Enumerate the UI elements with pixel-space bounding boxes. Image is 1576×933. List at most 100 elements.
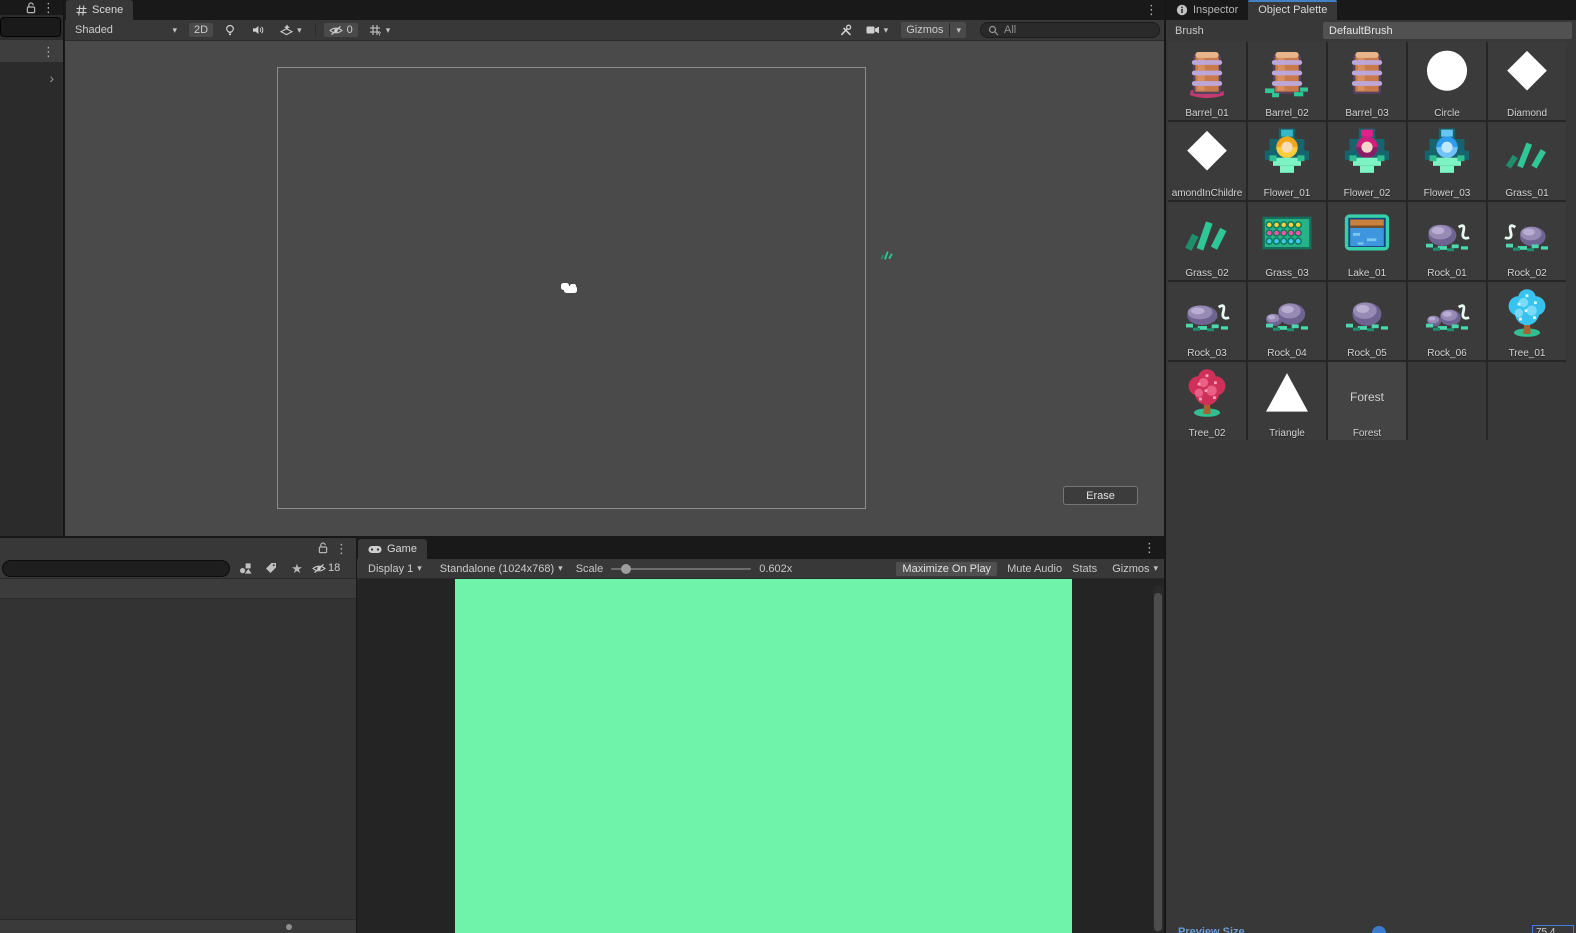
- palette-tile-Forest[interactable]: ForestForest: [1328, 362, 1406, 440]
- filter-by-label-icon[interactable]: [260, 562, 282, 574]
- game-viewport[interactable]: [357, 579, 1164, 933]
- game-gizmos-dropdown[interactable]: Gizmos ▾: [1107, 562, 1158, 576]
- palette-tile-amondInChildre[interactable]: amondInChildre: [1168, 122, 1246, 200]
- scene-search-input[interactable]: All: [980, 22, 1160, 38]
- palette-tile-Flower_03[interactable]: Flower_03: [1408, 122, 1486, 200]
- speaker-icon: [252, 24, 264, 36]
- palette-tile-Rock_04[interactable]: Rock_04: [1248, 282, 1326, 360]
- palette-tile-Grass_01[interactable]: Grass_01: [1488, 122, 1566, 200]
- tab-inspector[interactable]: Inspector: [1166, 0, 1248, 20]
- vertical-scrollbar[interactable]: [1153, 585, 1163, 933]
- stats-button[interactable]: Stats: [1072, 563, 1097, 575]
- palette-tile-Rock_05[interactable]: Rock_05: [1328, 282, 1406, 360]
- palette-tile-Grass_02[interactable]: Grass_02: [1168, 202, 1246, 280]
- game-gizmos-label: Gizmos: [1112, 563, 1149, 575]
- preview-size-slider-knob[interactable]: [1372, 926, 1386, 933]
- tab-scene[interactable]: Scene: [66, 0, 133, 20]
- palette-tile-Circle[interactable]: Circle: [1408, 42, 1486, 120]
- barrel-sprite-icon: [1259, 45, 1315, 101]
- scene-viewport[interactable]: Erase: [65, 41, 1164, 536]
- scene-lighting-button[interactable]: [219, 23, 241, 37]
- tile-label: Rock_03: [1168, 348, 1246, 359]
- scene-visibility-button[interactable]: 0: [324, 23, 358, 37]
- kebab-menu-icon[interactable]: ⋮: [1143, 541, 1156, 554]
- palette-tile-Rock_02[interactable]: Rock_02: [1488, 202, 1566, 280]
- scale-slider-knob[interactable]: [621, 564, 631, 574]
- scene-effects-button[interactable]: ▾: [275, 23, 307, 37]
- tile-label: Tree_01: [1488, 348, 1566, 359]
- rock-sprite-icon: [1419, 205, 1475, 261]
- bottom-left-footer: [0, 919, 356, 933]
- palette-tile-Rock_06[interactable]: Rock_06: [1408, 282, 1486, 360]
- palette-tile-Rock_01[interactable]: Rock_01: [1408, 202, 1486, 280]
- tile-label: Grass_02: [1168, 268, 1246, 279]
- scrollbar-thumb[interactable]: [1154, 593, 1162, 931]
- svg-text:Y: Y: [377, 32, 381, 36]
- rock-sprite-icon: [1179, 285, 1235, 341]
- grid-visibility-button[interactable]: Y ▾: [364, 23, 396, 37]
- palette-tile-Rock_03[interactable]: Rock_03: [1168, 282, 1246, 360]
- palette-tile-Barrel_03[interactable]: Barrel_03: [1328, 42, 1406, 120]
- palette-tile-Flower_02[interactable]: Flower_02: [1328, 122, 1406, 200]
- scene-audio-button[interactable]: [247, 23, 269, 37]
- palette-tile-Tree_01[interactable]: Tree_01: [1488, 282, 1566, 360]
- palette-tile-Diamond[interactable]: Diamond: [1488, 42, 1566, 120]
- palette-tile-Tree_02[interactable]: Tree_02: [1168, 362, 1246, 440]
- maximize-on-play-button[interactable]: Maximize On Play: [896, 562, 997, 576]
- tile-label: Circle: [1408, 108, 1486, 119]
- left-rail-panel: ⋮ ⋮ ›: [0, 0, 64, 536]
- barrel-sprite-icon: [1339, 45, 1395, 101]
- kebab-menu-icon[interactable]: ⋮: [335, 542, 348, 555]
- kebab-menu-icon[interactable]: ⋮: [42, 1, 55, 14]
- 2d-label: 2D: [194, 24, 208, 36]
- palette-tile-Flower_01[interactable]: Flower_01: [1248, 122, 1326, 200]
- tools-icon[interactable]: [839, 24, 853, 37]
- tile-label: Barrel_02: [1248, 108, 1326, 119]
- tile-label: Flower_02: [1328, 188, 1406, 199]
- game-render-area: [455, 579, 1072, 933]
- filter-by-type-icon[interactable]: [234, 562, 256, 574]
- scale-label: Scale: [576, 563, 604, 575]
- mute-audio-button[interactable]: Mute Audio: [1007, 563, 1062, 575]
- camera-settings-button[interactable]: ▾: [861, 24, 894, 36]
- display-dropdown[interactable]: Display 1 ▾: [363, 562, 427, 576]
- tile-label: Rock_05: [1328, 348, 1406, 359]
- scale-slider[interactable]: [611, 568, 751, 570]
- preview-size-value-field[interactable]: 75.4: [1532, 925, 1574, 933]
- hidden-count-toggle[interactable]: 18: [312, 562, 340, 574]
- palette-tile-Barrel_01[interactable]: Barrel_01: [1168, 42, 1246, 120]
- rock-sprite-icon: [1419, 285, 1475, 341]
- lock-icon[interactable]: [26, 2, 36, 14]
- palette-tile-Barrel_02[interactable]: Barrel_02: [1248, 42, 1326, 120]
- brush-select-field[interactable]: DefaultBrush: [1323, 22, 1572, 39]
- palette-tile-Grass_03[interactable]: Grass_03: [1248, 202, 1326, 280]
- resolution-dropdown[interactable]: Standalone (1024x768) ▾: [435, 562, 568, 576]
- scene-toolbar: Shaded▾ 2D ▾ 0 Y ▾ ▾: [65, 20, 1164, 41]
- kebab-menu-icon[interactable]: ⋮: [42, 45, 55, 58]
- tab-game[interactable]: Game: [358, 539, 427, 559]
- search-input[interactable]: [2, 560, 230, 577]
- triangle-sprite-icon: [1259, 365, 1315, 421]
- shading-mode-dropdown[interactable]: Shaded▾: [69, 23, 183, 37]
- list-content[interactable]: [0, 599, 356, 919]
- lock-icon[interactable]: [318, 542, 328, 554]
- expand-chevron-icon[interactable]: ›: [49, 70, 54, 86]
- palette-tile-Lake_01[interactable]: Lake_01: [1328, 202, 1406, 280]
- tab-object-palette[interactable]: Object Palette: [1248, 0, 1337, 20]
- rail-field[interactable]: [0, 17, 61, 37]
- kebab-menu-icon[interactable]: ⋮: [1145, 3, 1158, 16]
- palette-tile-Triangle[interactable]: Triangle: [1248, 362, 1326, 440]
- grass-sprite-icon: [1179, 205, 1235, 261]
- circle-sprite-icon: [1419, 45, 1475, 101]
- toggle-2d-button[interactable]: 2D: [189, 23, 213, 37]
- display-label: Display 1: [368, 563, 413, 575]
- favorites-star-icon[interactable]: ★: [286, 562, 308, 575]
- gizmos-dropdown[interactable]: Gizmos ▾: [901, 22, 966, 38]
- unity-editor-window: ⋮ ⋮ › Scene ⋮ Shaded▾ 2D ▾: [0, 0, 1576, 933]
- list-header-row: [0, 579, 356, 599]
- tile-label: Grass_01: [1488, 188, 1566, 199]
- erase-button[interactable]: Erase: [1063, 486, 1138, 505]
- diamond-sprite-icon: [1179, 125, 1235, 181]
- tile-label: Diamond: [1488, 108, 1566, 119]
- grass-sprite: [877, 246, 897, 263]
